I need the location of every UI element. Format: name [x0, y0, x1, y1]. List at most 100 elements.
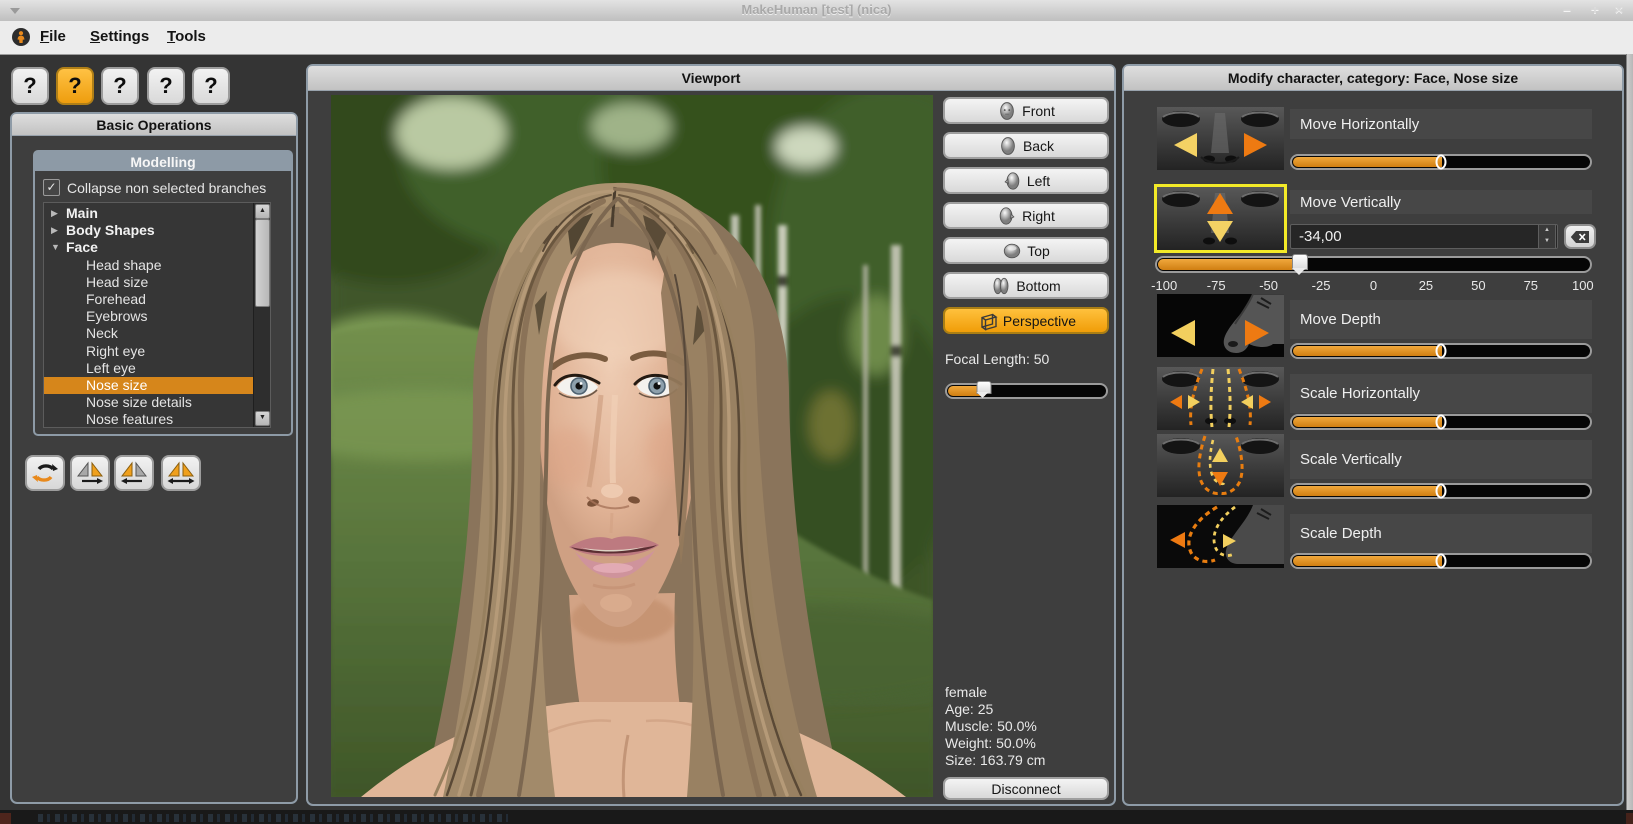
- window-scrollbar[interactable]: [1626, 54, 1633, 810]
- collapsed-arrow-icon[interactable]: ▶: [51, 222, 58, 239]
- scale-depth-slider[interactable]: [1290, 553, 1592, 569]
- window-title: MakeHuman [test] (nica): [0, 2, 1633, 17]
- camera-right-button[interactable]: Right: [943, 202, 1109, 229]
- move-depth-label: Move Depth: [1290, 300, 1592, 339]
- close-button[interactable]: ×: [1608, 1, 1630, 19]
- info-muscle: Muscle: 50.0%: [945, 718, 1037, 735]
- move-horizontally-label: Move Horizontally: [1290, 109, 1592, 139]
- tree-item-nose-size-selected[interactable]: Nose size: [44, 377, 270, 394]
- slider-handle[interactable]: [1436, 344, 1447, 359]
- move-vertically-slider-handle[interactable]: [1292, 254, 1308, 270]
- tree-item-neck[interactable]: Neck: [44, 325, 270, 342]
- camera-back-button[interactable]: Back: [943, 132, 1109, 159]
- tree-item-head-size[interactable]: Head size: [44, 274, 270, 291]
- focal-slider-handle[interactable]: [976, 381, 991, 394]
- menu-tools[interactable]: Tools: [167, 28, 206, 45]
- head-bottom-icon: [991, 275, 1011, 297]
- info-weight: Weight: 50.0%: [945, 735, 1036, 752]
- scale-vertically-label: Scale Vertically: [1290, 440, 1592, 479]
- tab-help-5[interactable]: ?: [192, 67, 230, 105]
- tree-item-main[interactable]: ▶Main: [44, 205, 270, 222]
- slider-fill: [1158, 259, 1301, 270]
- modify-panel-header: Modify character, category: Face, Nose s…: [1124, 66, 1622, 91]
- slider-handle[interactable]: [1436, 415, 1447, 430]
- nose-move-horizontal-thumbnail[interactable]: [1157, 107, 1284, 170]
- tree-item-face[interactable]: ▼Face: [44, 239, 270, 256]
- reset-rotation-button[interactable]: [25, 455, 65, 491]
- tree-item-nose-features[interactable]: Nose features: [44, 411, 270, 428]
- tree-item-nose-size-details[interactable]: Nose size details: [44, 394, 270, 411]
- modify-character-panel: Modify character, category: Face, Nose s…: [1122, 64, 1624, 806]
- tree-scrollbar[interactable]: ▲ ▼: [253, 203, 270, 427]
- log-right-marker: [1626, 813, 1633, 824]
- scale-horizontally-label: Scale Horizontally: [1290, 374, 1592, 413]
- spinner-up-icon[interactable]: ▲: [1539, 225, 1555, 236]
- viewport-header: Viewport: [308, 66, 1114, 91]
- move-vertically-slider[interactable]: [1155, 256, 1592, 273]
- tree-item-left-eye[interactable]: Left eye: [44, 360, 270, 377]
- modelling-header: Modelling: [35, 152, 291, 171]
- camera-top-button[interactable]: Top: [943, 237, 1109, 264]
- collapsed-arrow-icon[interactable]: ▶: [51, 205, 58, 222]
- slider-handle[interactable]: [1436, 155, 1447, 170]
- tree-item-body-shapes[interactable]: ▶Body Shapes: [44, 222, 270, 239]
- move-horizontally-slider[interactable]: [1290, 154, 1592, 170]
- clear-value-button[interactable]: [1564, 224, 1596, 249]
- nose-scale-horizontal-thumbnail[interactable]: [1157, 367, 1284, 430]
- info-age: Age: 25: [945, 701, 993, 718]
- scale-vertically-slider[interactable]: [1290, 483, 1592, 499]
- nose-move-vertical-thumbnail[interactable]: [1157, 187, 1284, 250]
- menu-settings[interactable]: Settings: [90, 28, 149, 45]
- info-gender: female: [945, 684, 987, 701]
- symmetrize-right-button[interactable]: [70, 455, 110, 491]
- tab-help-4[interactable]: ?: [147, 67, 185, 105]
- camera-front-button[interactable]: Front: [943, 97, 1109, 124]
- tab-help-1[interactable]: ?: [11, 67, 49, 105]
- expanded-arrow-icon[interactable]: ▼: [51, 239, 60, 256]
- slider-fill: [1293, 157, 1442, 167]
- focal-length-slider[interactable]: [945, 383, 1108, 399]
- spinner-down-icon[interactable]: ▼: [1539, 236, 1555, 247]
- move-vertically-value-input[interactable]: [1290, 224, 1558, 249]
- menu-file[interactable]: File: [40, 28, 66, 45]
- nose-scale-depth-thumbnail[interactable]: [1157, 505, 1284, 568]
- minimize-button[interactable]: –: [1556, 1, 1578, 19]
- symmetrize-left-button[interactable]: [114, 455, 154, 491]
- makehuman-logo-icon: [12, 28, 30, 46]
- camera-bottom-button[interactable]: Bottom: [943, 272, 1109, 299]
- symmetrize-right-icon: [76, 460, 104, 486]
- tree-item-right-eye[interactable]: Right eye: [44, 343, 270, 360]
- tree-item-eyebrows[interactable]: Eyebrows: [44, 308, 270, 325]
- perspective-cube-icon: [976, 310, 998, 332]
- slider-fill: [1293, 486, 1442, 496]
- disconnect-button[interactable]: Disconnect: [943, 777, 1109, 800]
- scale-horizontally-slider[interactable]: [1290, 414, 1592, 430]
- tree-item-forehead[interactable]: Forehead: [44, 291, 270, 308]
- menu-bar: File Settings Tools: [0, 21, 1633, 55]
- tree-item-head-shape[interactable]: Head shape: [44, 257, 270, 274]
- scale-depth-label: Scale Depth: [1290, 514, 1592, 553]
- slider-fill: [1293, 346, 1442, 356]
- symmetry-both-button[interactable]: [161, 455, 201, 491]
- tab-help-2-active[interactable]: ?: [56, 67, 94, 105]
- value-spinner[interactable]: ▲ ▼: [1538, 224, 1556, 249]
- scrollbar-thumb[interactable]: [255, 219, 270, 307]
- head-right-icon: [997, 205, 1017, 227]
- nose-scale-vertical-thumbnail[interactable]: [1157, 434, 1284, 497]
- camera-perspective-button[interactable]: Perspective: [943, 307, 1109, 334]
- modelling-tree: ▶Main ▶Body Shapes ▼Face Head shape Head…: [43, 202, 271, 428]
- collapse-branches-label: Collapse non selected branches: [67, 180, 266, 196]
- move-depth-slider[interactable]: [1290, 343, 1592, 359]
- viewport-3d-scene[interactable]: [331, 95, 933, 797]
- slider-handle[interactable]: [1436, 484, 1447, 499]
- maximize-button[interactable]: +: [1584, 1, 1606, 19]
- scroll-up-icon[interactable]: ▲: [255, 204, 270, 219]
- modelling-panel: Modelling ✓ Collapse non selected branch…: [33, 150, 293, 436]
- symmetry-both-icon: [167, 460, 195, 486]
- scroll-down-icon[interactable]: ▼: [255, 411, 270, 426]
- collapse-branches-checkbox[interactable]: ✓: [43, 179, 60, 196]
- camera-left-button[interactable]: Left: [943, 167, 1109, 194]
- tab-help-3[interactable]: ?: [101, 67, 139, 105]
- nose-move-depth-thumbnail[interactable]: [1157, 294, 1284, 357]
- slider-handle[interactable]: [1436, 554, 1447, 569]
